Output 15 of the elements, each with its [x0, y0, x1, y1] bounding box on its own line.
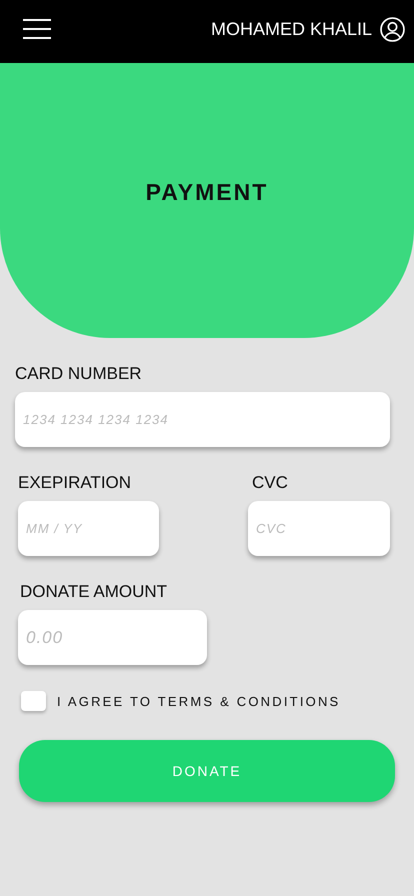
terms-label: I AGREE TO TERMS & CONDITIONS — [57, 694, 340, 708]
input-field[interactable]: 1234 1234 1234 1234 — [15, 392, 390, 447]
menu-icon[interactable] — [23, 18, 51, 38]
user-name: MOHAMED KHALIL — [210, 19, 372, 40]
field-label: DONATE AMOUNT — [19, 582, 168, 602]
page-title: PAYMENT — [146, 179, 268, 206]
donate-button[interactable]: DONATE — [19, 740, 395, 802]
field-label: EXEPIRATION — [18, 473, 132, 493]
input-field[interactable]: 0.00 — [18, 610, 207, 665]
field-label: CVC — [251, 473, 289, 493]
user-icon[interactable] — [380, 17, 405, 42]
input-field[interactable]: CVC — [248, 501, 390, 556]
field-label: CARD NUMBER — [15, 364, 143, 384]
input-field[interactable]: MM / YY — [18, 501, 159, 556]
checkbox[interactable] — [21, 691, 46, 711]
